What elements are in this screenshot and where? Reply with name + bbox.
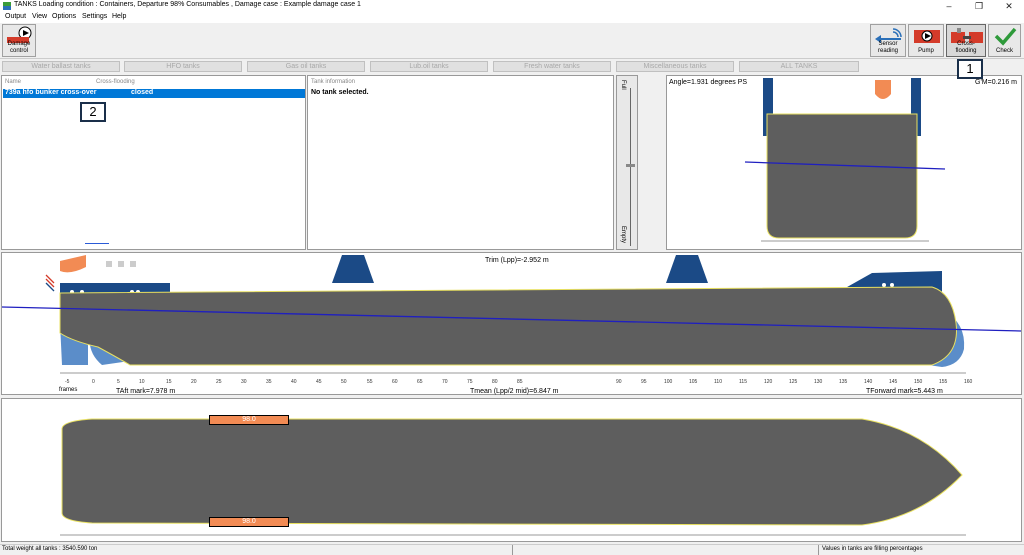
section-view-drawing <box>744 78 946 242</box>
menu-output[interactable]: Output <box>5 13 26 20</box>
gauge-empty-label: Empty <box>620 226 626 244</box>
menu-bar: Output View Options Settings Help <box>0 12 1024 23</box>
tank-top-marker[interactable]: 98.0 <box>209 415 289 425</box>
check-icon <box>994 27 1017 46</box>
app-icon <box>3 2 11 10</box>
callout-2: 2 <box>80 102 106 122</box>
menu-options[interactable]: Options <box>52 13 76 20</box>
status-divider <box>512 545 513 555</box>
values-note: Values in tanks are filling percentages <box>822 546 923 552</box>
fill-gauge: Full Empty <box>616 75 638 250</box>
tab-miscellaneous[interactable]: Miscellaneous tanks <box>616 61 734 72</box>
scroll-indicator[interactable] <box>85 243 109 244</box>
check-button[interactable]: Check <box>988 24 1021 57</box>
minimize-icon[interactable]: – <box>934 0 964 12</box>
tank-name: 739a hfo bunker cross-over <box>5 89 97 96</box>
pump-icon <box>914 30 940 43</box>
column-header-name[interactable]: Name <box>5 79 21 85</box>
gauge-slider[interactable] <box>626 164 635 167</box>
status-divider <box>818 545 819 555</box>
tmean: Tmean (Lpp/2 mid)=6.847 m <box>470 388 559 395</box>
section-view-panel: Angle=1.931 degrees PS G'M=0.216 m <box>666 75 1022 250</box>
window-title: TANKS Loading condition : Containers, De… <box>14 1 361 8</box>
plan-view-drawing <box>60 418 966 536</box>
tank-list-panel: Name Cross-flooding 739a hfo bunker cros… <box>1 75 306 250</box>
menu-help[interactable]: Help <box>112 13 126 20</box>
tforward-mark: TForward mark=5.443 m <box>866 388 943 395</box>
tank-info-message: No tank selected. <box>311 89 369 96</box>
tab-hfo[interactable]: HFO tanks <box>124 61 242 72</box>
pump-button[interactable]: Pump <box>908 24 944 57</box>
tank-category-tabs: Water ballast tanks HFO tanks Gas oil ta… <box>0 59 1024 73</box>
toolbar: Damage control Sensor reading Pump Cross… <box>0 23 1024 59</box>
plan-view-panel: 98.0 98.0 <box>1 398 1022 542</box>
menu-view[interactable]: View <box>32 13 47 20</box>
cross-flooding-status: closed <box>131 89 154 96</box>
total-weight: Total weight all tanks : 3540.590 ton <box>2 546 98 552</box>
tab-gas-oil[interactable]: Gas oil tanks <box>247 61 365 72</box>
sensor-reading-button[interactable]: Sensor reading <box>870 24 906 57</box>
damage-control-button[interactable]: Damage control <box>2 24 36 57</box>
list-item[interactable]: 739a hfo bunker cross-over closed <box>3 89 305 98</box>
tank-info-panel: Tank information No tank selected. <box>307 75 614 250</box>
tab-water-ballast[interactable]: Water ballast tanks <box>2 61 120 72</box>
profile-view-panel: Trim (Lpp)=-2.952 m -5 0 5 10 15 20 25 3… <box>1 252 1022 395</box>
menu-settings[interactable]: Settings <box>82 13 107 20</box>
tab-fresh-water[interactable]: Fresh water tanks <box>493 61 611 72</box>
gauge-track <box>630 88 631 246</box>
frames-label: frames <box>59 387 78 393</box>
restore-icon[interactable]: ❐ <box>964 0 994 12</box>
tab-all-tanks[interactable]: ALL TANKS <box>739 61 859 72</box>
callout-1: 1 <box>957 59 983 79</box>
column-header-cross-flooding[interactable]: Cross-flooding <box>96 79 135 85</box>
status-bar: Total weight all tanks : 3540.590 ton Va… <box>0 544 1024 555</box>
tab-lub-oil[interactable]: Lub.oil tanks <box>370 61 488 72</box>
tank-info-header: Tank information <box>311 79 356 85</box>
title-bar: TANKS Loading condition : Containers, De… <box>0 0 1024 12</box>
gauge-full-label: Full <box>620 80 626 90</box>
taft-mark: TAft mark=7.978 m <box>116 388 176 395</box>
profile-view-drawing <box>2 255 1021 374</box>
tank-bottom-marker[interactable]: 98.0 <box>209 517 289 527</box>
close-icon[interactable]: ✕ <box>994 0 1024 12</box>
cross-flooding-button[interactable]: Cross-flooding <box>946 24 986 57</box>
